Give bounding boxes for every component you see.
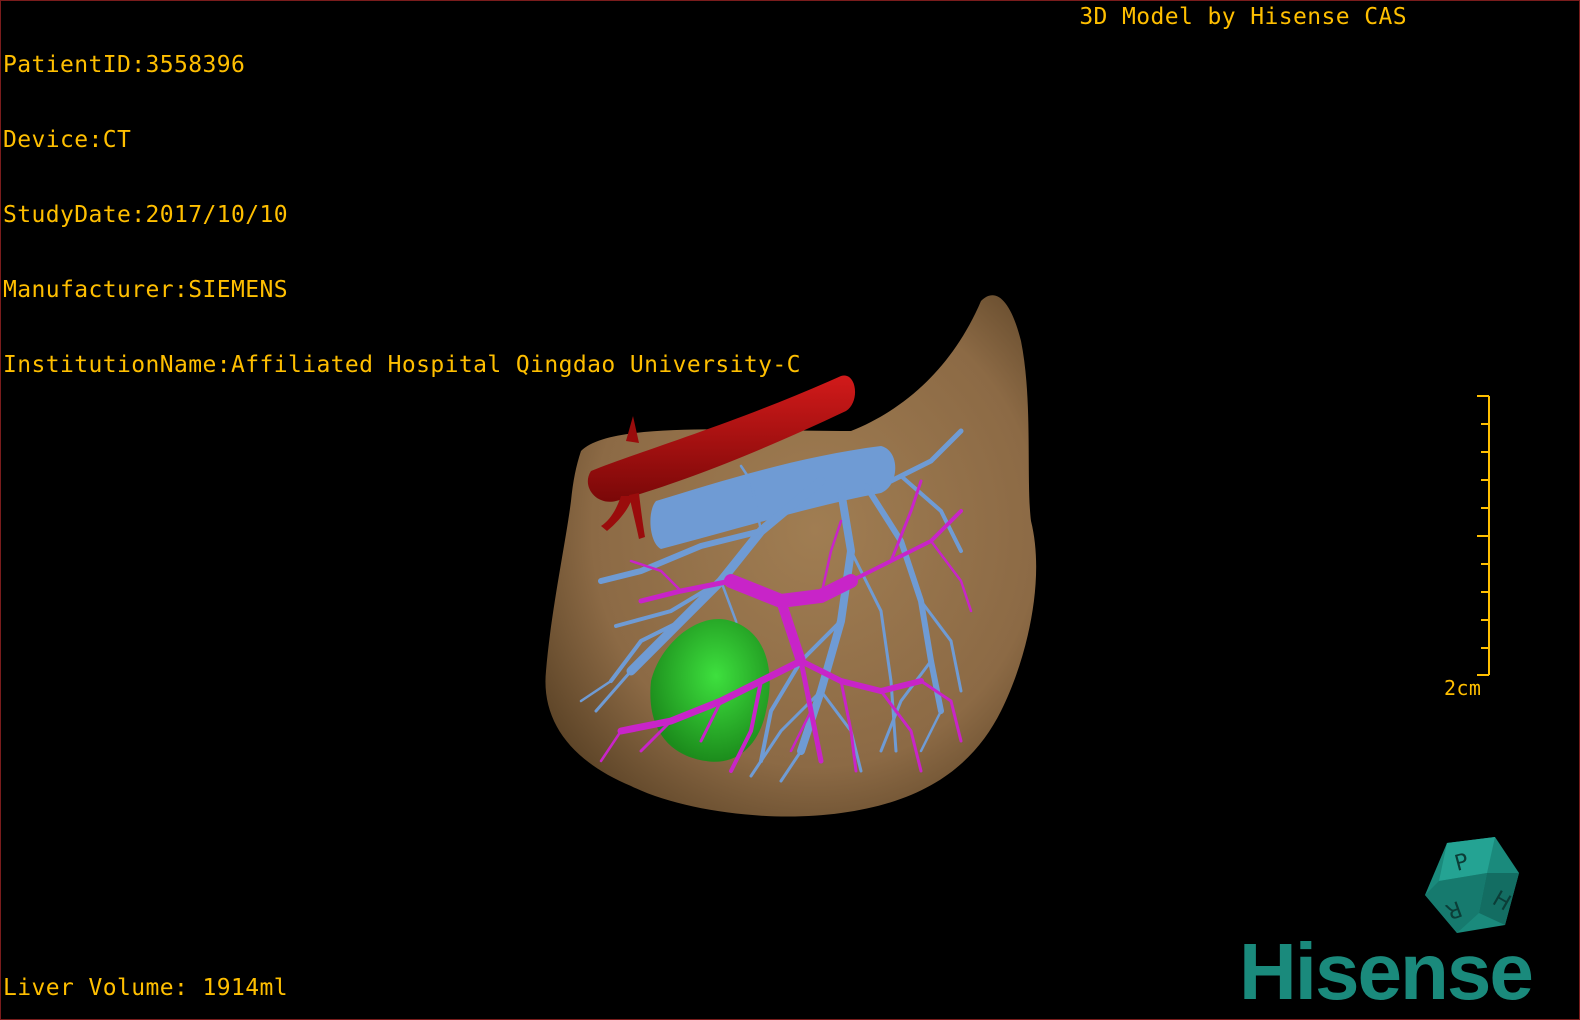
- liver-3d-model[interactable]: [521, 281, 1061, 841]
- scale-bar: [1477, 395, 1490, 676]
- model-credit-text: 3D Model by Hisense CAS: [1079, 4, 1407, 30]
- study-date-text: StudyDate:2017/10/10: [3, 202, 288, 228]
- brand-name-text: Hisense: [1239, 931, 1532, 1011]
- 3d-viewport[interactable]: PatientID:3558396 Device:CT StudyDate:20…: [0, 0, 1580, 1020]
- device-text: Device:CT: [3, 127, 132, 153]
- orientation-cube-icon[interactable]: P H R: [1417, 833, 1527, 943]
- liver-volume-text: Liver Volume: 1914ml: [3, 975, 288, 1001]
- hisense-logo: Hisense: [1239, 931, 1534, 1011]
- scale-label: 2cm: [1444, 676, 1482, 700]
- patient-id-text: PatientID:3558396: [3, 52, 246, 78]
- liver-surface: [545, 295, 1037, 817]
